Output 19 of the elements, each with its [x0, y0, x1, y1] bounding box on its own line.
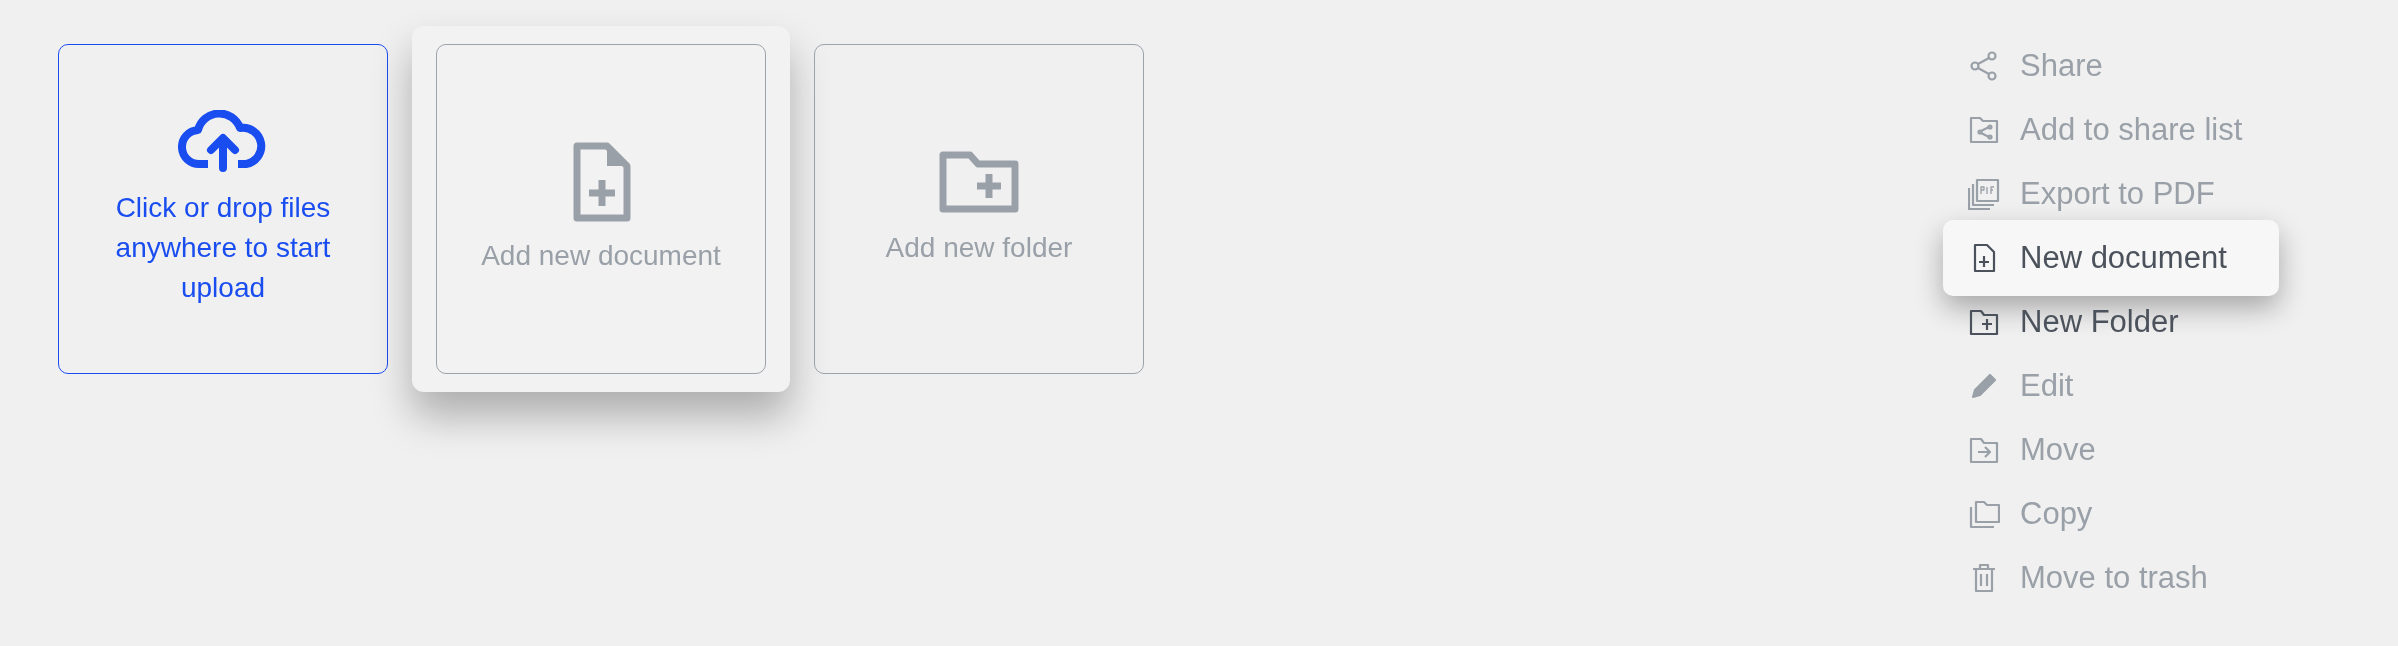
menu-item[interactable]: New document [1943, 220, 2279, 296]
card-label: Add new folder [884, 231, 1074, 265]
menu-item[interactable]: Add to share list [1943, 98, 2288, 162]
card-label: Click or drop files anywhere to start upload [114, 191, 332, 305]
add-card[interactable]: Add new document [436, 44, 766, 374]
menu-item[interactable]: Share [1943, 34, 2288, 98]
card-label: Add new document [480, 239, 722, 273]
cloud-upload-icon [178, 110, 268, 174]
menu-item[interactable]: Move [1943, 418, 2288, 482]
share-folder-icon [1968, 114, 2000, 146]
add-card[interactable]: Add new folder [814, 44, 1144, 374]
menu-item[interactable]: Move to trash [1943, 546, 2288, 610]
menu-item[interactable]: Copy [1943, 482, 2288, 546]
folder-plus-icon [938, 150, 1020, 214]
pdf-stack-icon [1968, 178, 2000, 210]
document-plus-icon [571, 142, 631, 222]
folders-icon [1968, 498, 2000, 530]
menu-item[interactable]: Edit [1943, 354, 2288, 418]
add-card[interactable]: Click or drop files anywhere to start upload [58, 44, 388, 374]
